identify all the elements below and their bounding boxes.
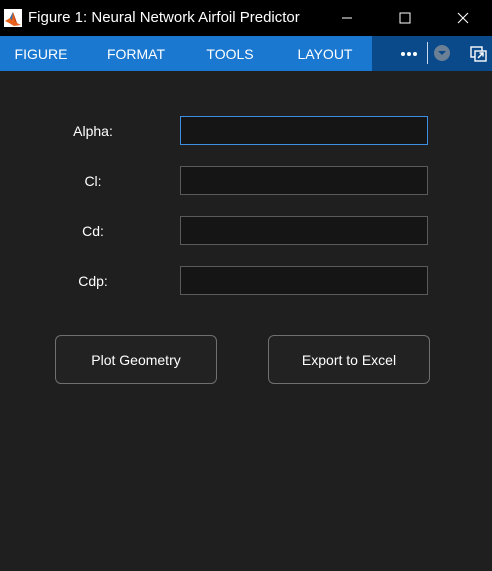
tab-tools[interactable]: TOOLS bbox=[200, 36, 260, 71]
tab-layout[interactable]: LAYOUT bbox=[290, 36, 360, 71]
more-horizontal-icon bbox=[401, 51, 417, 56]
export-to-excel-button[interactable]: Export to Excel bbox=[268, 335, 430, 384]
more-options-button[interactable] bbox=[396, 36, 422, 71]
export-to-excel-label: Export to Excel bbox=[301, 351, 397, 368]
title-bar[interactable]: Figure 1: Neural Network Airfoil Predict… bbox=[0, 0, 492, 36]
figure-window: Figure 1: Neural Network Airfoil Predict… bbox=[0, 0, 492, 571]
alpha-label: Alpha: bbox=[73, 123, 113, 139]
cdp-label: Cdp: bbox=[78, 273, 108, 289]
cdp-input[interactable] bbox=[180, 266, 428, 295]
close-button[interactable] bbox=[434, 0, 492, 36]
close-icon bbox=[457, 12, 469, 24]
maximize-icon bbox=[399, 12, 411, 24]
plot-geometry-button[interactable]: Plot Geometry bbox=[55, 335, 217, 384]
maximize-button[interactable] bbox=[376, 0, 434, 36]
cd-label: Cd: bbox=[82, 223, 104, 239]
toolstrip-controls bbox=[372, 36, 492, 71]
collapse-toolstrip-icon[interactable] bbox=[434, 45, 450, 61]
cl-input[interactable] bbox=[180, 166, 428, 195]
undock-icon[interactable] bbox=[469, 44, 489, 64]
cl-label: Cl: bbox=[84, 173, 102, 189]
cd-input[interactable] bbox=[180, 216, 428, 245]
plot-geometry-label: Plot Geometry bbox=[91, 351, 181, 368]
tab-figure[interactable]: FIGURE bbox=[6, 36, 76, 71]
matlab-logo-icon bbox=[4, 9, 22, 27]
alpha-input[interactable] bbox=[180, 116, 428, 145]
minimize-button[interactable] bbox=[318, 0, 376, 36]
tab-format[interactable]: FORMAT bbox=[100, 36, 172, 71]
toolstrip-divider bbox=[427, 42, 428, 64]
window-title: Figure 1: Neural Network Airfoil Predict… bbox=[28, 9, 300, 26]
figure-toolstrip: FIGURE FORMAT TOOLS LAYOUT bbox=[0, 36, 492, 71]
minimize-icon bbox=[342, 17, 352, 19]
